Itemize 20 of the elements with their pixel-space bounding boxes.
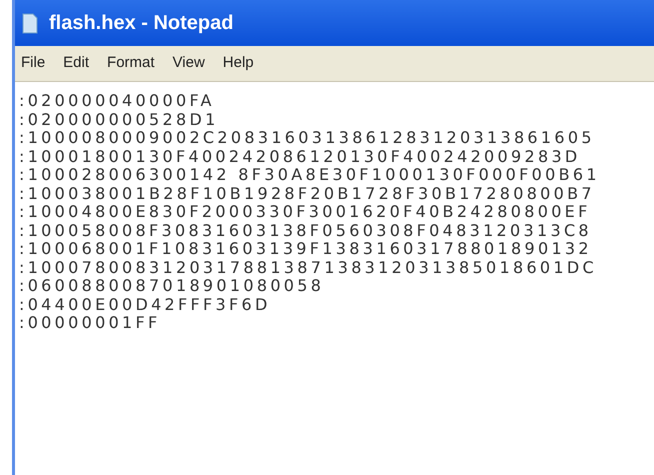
text-line: :100028006300142 8F30A8E30F1000130F000F00B61 bbox=[19, 166, 600, 184]
text-line: :10001800130F400242086120130F400242009283D bbox=[19, 148, 581, 166]
window-title: flash.hex - Notepad bbox=[49, 11, 234, 36]
text-line: :100038001B28F10B1928F20B1728F30B17280800B7 bbox=[19, 184, 595, 203]
menu-item[interactable]: File bbox=[21, 52, 46, 75]
text-line: :020000040000FA bbox=[19, 92, 215, 110]
text-line: :04400E00D42FFF3F6D bbox=[19, 296, 271, 314]
notepad-icon bbox=[21, 11, 39, 35]
text-line: :1000080009002C2083160313861283120313861605 bbox=[19, 129, 595, 148]
text-line: :1000780083120317881387138312031385018601DC bbox=[19, 258, 597, 277]
text-line: :00000001FF bbox=[19, 314, 161, 332]
text-line: :0600880087018901080058 bbox=[19, 277, 324, 296]
text-line: :100058008F30831603138F0560308F0483120313C8 bbox=[19, 222, 592, 240]
menu-item[interactable]: Edit bbox=[63, 52, 90, 75]
text-line: :100068001F10831603139F13831603178801890132 bbox=[19, 240, 592, 258]
text-line: :10004800E830F2000330F3001620F40B24280800EF bbox=[19, 203, 591, 222]
text-line: :020000000528D1 bbox=[19, 110, 219, 129]
menu-item[interactable]: Format bbox=[107, 52, 155, 75]
menu-item[interactable]: View bbox=[172, 52, 205, 75]
menu-item[interactable]: Help bbox=[222, 52, 254, 75]
